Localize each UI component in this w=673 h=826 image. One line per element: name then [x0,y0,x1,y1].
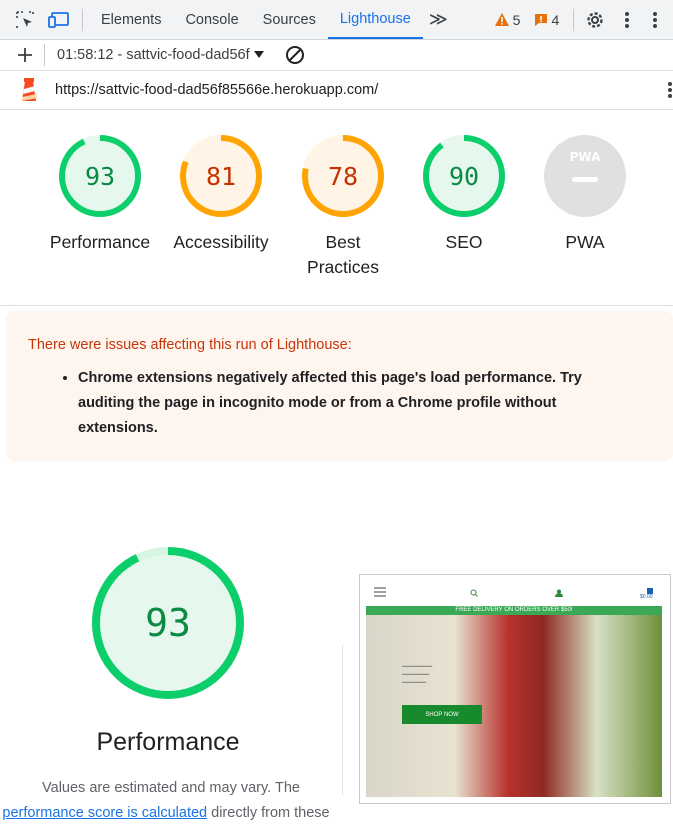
warning-title: There were issues affecting this run of … [28,337,352,353]
section-divider [342,645,343,795]
lighthouse-logo-icon [18,77,40,103]
warning-list: Chrome extensions negatively affected th… [30,366,638,441]
note-text-2: directly from these [211,805,330,821]
pwa-badge-icon: PWA [544,135,626,217]
note-text: Values are estimated and may vary. The [42,780,300,796]
gauge-label: Accessibility [173,232,269,252]
shop-now-button: SHOP NOW [402,705,482,724]
bag-amount: $0.00 [640,594,653,600]
issues-count: 4 [551,11,560,28]
hero-tagline: ━━━━━━━━━━ ━━━━━━━━━ ━━━━━━━━ [402,664,433,686]
tab-elements[interactable]: Elements [89,0,173,39]
url-bar: https://sattvic-food-dad56f85566e.heroku… [0,71,673,110]
gauge-label: Best Practices [307,232,379,277]
delivery-banner: FREE DELIVERY ON ORDERS OVER $50! [366,606,662,615]
bag-icon [647,588,653,594]
final-screenshot[interactable]: $0.00 FREE DELIVERY ON ORDERS OVER $50! … [359,574,671,804]
gauge-label: SEO [445,232,483,252]
gauge-pwa[interactable]: PWA PWA [530,134,640,255]
devtools-toolbar: Elements Console Sources Lighthouse ≫ 5 … [0,0,673,40]
hamburger-icon [374,587,386,597]
performance-heading: Performance [96,728,240,756]
warning-item: Chrome extensions negatively affected th… [78,366,638,441]
search-icon [470,589,478,597]
tab-console[interactable]: Console [173,0,250,39]
run-warnings: There were issues affecting this run of … [6,311,673,461]
toolbar-divider [44,44,45,66]
warnings-count: 5 [512,11,521,28]
gauge-seo[interactable]: 90 SEO [409,134,519,255]
gauge-best-practices[interactable]: 78 Best Practices [288,134,398,280]
gauge-label: PWA [565,232,605,252]
gauge-performance[interactable]: 93 Performance [45,134,155,255]
score-gauges: 93 Performance 81 Accessibility 78 Best … [0,120,673,306]
clear-block-icon[interactable] [284,44,306,66]
tab-lighthouse[interactable]: Lighthouse [327,0,423,39]
plus-icon[interactable] [14,44,36,66]
warnings-badge[interactable]: 5 [494,11,521,28]
more-tabs-button[interactable]: ≫ [423,0,454,39]
device-toolbar-icon[interactable] [48,9,70,31]
gauge-label: Performance [49,232,151,252]
kebab-menu-icon[interactable] [616,9,638,31]
audited-url: https://sattvic-food-dad56f85566e.heroku… [55,82,379,98]
user-icon [555,589,563,597]
performance-gauge-large[interactable]: 93 [90,545,246,701]
screenshot-navbar: $0.00 [360,575,670,605]
issues-badge[interactable]: 4 [534,12,559,28]
performance-score-large: 93 [145,601,191,645]
report-selector-label: 01:58:12 - sattvic-food-dad56f [57,47,250,63]
report-bar: 01:58:12 - sattvic-food-dad56f [0,40,673,71]
gauge-score: 78 [327,161,359,191]
performance-note: Values are estimated and may vary. The p… [0,776,342,826]
tab-sources[interactable]: Sources [251,0,328,39]
toolbar-divider [82,8,83,31]
report-menu-icon[interactable] [667,81,673,104]
inspect-element-icon[interactable] [14,9,36,31]
gauge-accessibility[interactable]: 81 Accessibility [166,134,276,255]
warning-icon [494,13,509,26]
gauge-score: 90 [448,161,480,191]
score-calculated-link[interactable]: performance score is calculated [2,805,207,821]
gauge-score: 93 [84,161,116,191]
triangle-down-icon [253,51,264,58]
gauge-score: 81 [205,161,237,191]
gear-icon[interactable] [584,9,606,31]
kebab-menu-icon-2[interactable] [644,9,666,31]
toolbar-divider [573,8,575,31]
issue-flag-icon [535,13,548,26]
report-selector[interactable]: 01:58:12 - sattvic-food-dad56f [57,47,264,63]
svg-text:PWA: PWA [570,150,601,164]
